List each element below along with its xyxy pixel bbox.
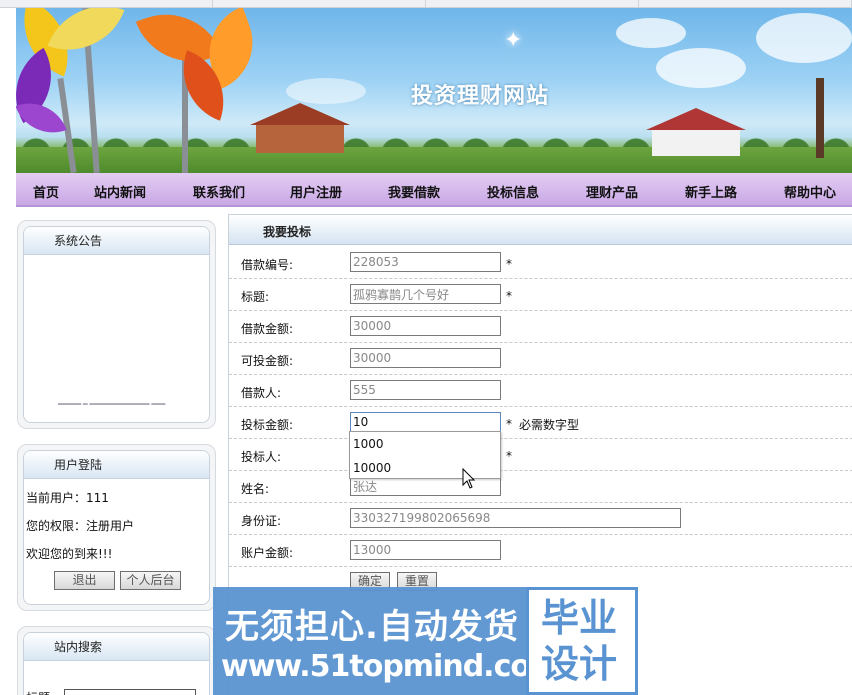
watermark-box-line1: 毕业 bbox=[541, 596, 618, 640]
form-row-loan-id: 借款编号: * bbox=[229, 247, 852, 279]
field-label: 标题: bbox=[241, 290, 270, 304]
search-title: 站内搜索 bbox=[24, 633, 209, 661]
loan-amount-input[interactable] bbox=[350, 316, 501, 336]
search-panel: 站内搜索 标题 bbox=[17, 626, 216, 695]
field-label: 借款金额: bbox=[241, 322, 294, 336]
form-row-id-card: 身份证: bbox=[229, 503, 852, 535]
watermark-box-line2: 设计 bbox=[541, 642, 618, 686]
required-mark: * bbox=[506, 417, 512, 431]
site-title: 投资理财网站 bbox=[411, 83, 550, 109]
field-label: 借款编号: bbox=[241, 258, 294, 272]
field-hint: 必需数字型 bbox=[519, 418, 580, 432]
field-label: 投标人: bbox=[241, 450, 282, 464]
field-label: 投标金额: bbox=[241, 418, 294, 432]
autocomplete-option[interactable]: 1000 bbox=[350, 432, 500, 456]
form-row-loan-amount: 借款金额: bbox=[229, 311, 852, 343]
nav-beginner[interactable]: 新手上路 bbox=[685, 182, 737, 201]
bid-amount-autocomplete: 1000 10000 bbox=[349, 431, 501, 479]
login-panel: 用户登陆 当前用户：111 您的权限：注册用户 欢迎您的到来!!! 退出 个人后… bbox=[17, 444, 216, 611]
field-label: 可投金额: bbox=[241, 354, 294, 368]
notice-panel: 系统公告 ▁▁▁▁▁ ▁ ▁▁▁▁▁▁▁▁▁▁▁▁▁ ▁▁▁ bbox=[17, 220, 216, 429]
notice-title: 系统公告 bbox=[24, 227, 209, 255]
browser-tab[interactable] bbox=[213, 0, 426, 7]
form-row-bid-amount: 投标金额: * 必需数字型 bbox=[229, 407, 852, 439]
form-row-account-balance: 账户金额: bbox=[229, 535, 852, 567]
form-title: 我要投标 bbox=[263, 225, 312, 239]
site-banner: ✦ 投资理财网站 bbox=[16, 8, 852, 173]
loan-id-input[interactable] bbox=[350, 252, 501, 272]
browser-tab[interactable] bbox=[0, 0, 213, 7]
browser-tab[interactable] bbox=[639, 0, 852, 7]
current-user: 当前用户：111 bbox=[26, 491, 109, 505]
field-label: 账户金额: bbox=[241, 546, 294, 560]
field-label: 借款人: bbox=[241, 386, 282, 400]
page: ✦ 投资理财网站 首页 站内新闻 联系我们 用户注册 我要借款 投标信息 理财产… bbox=[0, 0, 852, 695]
bid-amount-input[interactable] bbox=[350, 412, 501, 432]
watermark: 无须担心.自动发货 www.51topmind.com 毕业 设计 bbox=[213, 587, 638, 695]
required-mark: * bbox=[506, 257, 512, 271]
nav-borrow[interactable]: 我要借款 bbox=[388, 182, 440, 201]
field-label: 身份证: bbox=[241, 514, 282, 528]
nav-news[interactable]: 站内新闻 bbox=[94, 182, 146, 201]
welcome-text: 欢迎您的到来!!! bbox=[26, 547, 113, 561]
required-mark: * bbox=[506, 449, 512, 463]
search-input[interactable] bbox=[64, 689, 196, 695]
nav-contact[interactable]: 联系我们 bbox=[193, 182, 245, 201]
required-mark: * bbox=[506, 289, 512, 303]
search-keyword-label: 标题 bbox=[26, 689, 50, 695]
form-row-available-amount: 可投金额: bbox=[229, 343, 852, 375]
borrower-input[interactable] bbox=[350, 380, 501, 400]
nav-help[interactable]: 帮助中心 bbox=[784, 182, 836, 201]
notice-marquee: ▁▁▁▁▁ ▁ ▁▁▁▁▁▁▁▁▁▁▁▁▁ ▁▁▁ bbox=[58, 398, 166, 405]
logout-button[interactable]: 退出 bbox=[54, 571, 115, 590]
browser-tab-strip bbox=[0, 0, 852, 8]
title-input[interactable] bbox=[350, 284, 501, 304]
available-amount-input[interactable] bbox=[350, 348, 501, 368]
user-role: 您的权限：注册用户 bbox=[26, 519, 135, 533]
id-card-input[interactable] bbox=[350, 508, 681, 528]
account-balance-input[interactable] bbox=[350, 540, 501, 560]
form-row-bidder: 投标人: * bbox=[229, 439, 852, 471]
personal-backend-button[interactable]: 个人后台 bbox=[120, 571, 181, 590]
field-label: 姓名: bbox=[241, 482, 270, 496]
login-title: 用户登陆 bbox=[24, 451, 209, 479]
mouse-cursor-icon bbox=[462, 468, 476, 489]
nav-register[interactable]: 用户注册 bbox=[290, 182, 342, 201]
nav-products[interactable]: 理财产品 bbox=[586, 182, 638, 201]
autocomplete-option[interactable]: 10000 bbox=[350, 456, 500, 480]
main-nav: 首页 站内新闻 联系我们 用户注册 我要借款 投标信息 理财产品 新手上路 帮助… bbox=[16, 173, 852, 207]
form-row-name: 姓名: bbox=[229, 471, 852, 503]
watermark-slogan: 无须担心.自动发货 bbox=[225, 607, 519, 647]
browser-tab[interactable] bbox=[426, 0, 639, 7]
form-row-borrower: 借款人: bbox=[229, 375, 852, 407]
sparkle-icon: ✦ bbox=[504, 28, 523, 53]
form-row-title: 标题: * bbox=[229, 279, 852, 311]
nav-bids[interactable]: 投标信息 bbox=[487, 182, 539, 201]
watermark-url: www.51topmind.com bbox=[221, 649, 561, 684]
nav-home[interactable]: 首页 bbox=[33, 182, 59, 201]
